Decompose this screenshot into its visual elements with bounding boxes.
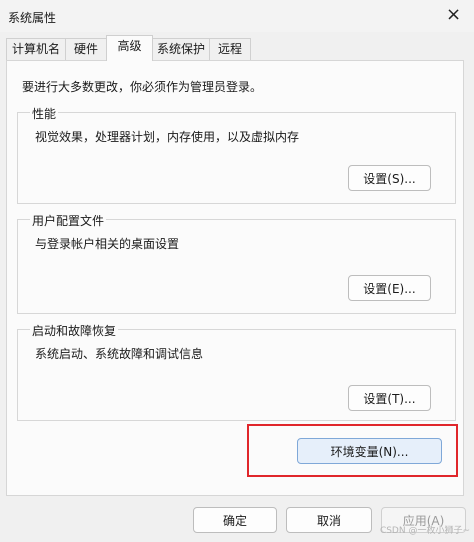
title-bar[interactable]: 系统属性 ×	[0, 0, 474, 32]
tab-advanced[interactable]: 高级	[106, 35, 153, 61]
watermark: CSDN @一枚小狮子~	[379, 526, 470, 536]
tab-hardware[interactable]: 硬件	[65, 38, 107, 60]
window-title: 系统属性	[8, 11, 57, 25]
performance-title: 性能	[30, 105, 59, 122]
admin-note: 要进行大多数更改，你必须作为管理员登录。	[22, 80, 263, 94]
tab-system-protection[interactable]: 系统保护	[152, 38, 210, 60]
tab-computer-name[interactable]: 计算机名	[6, 38, 66, 60]
startup-recovery-title: 启动和故障恢复	[30, 322, 119, 339]
user-profiles-description: 与登录帐户相关的桌面设置	[35, 237, 180, 251]
cancel-button[interactable]: 取消	[286, 507, 372, 533]
close-button[interactable]: ×	[434, 0, 474, 32]
startup-recovery-group: 启动和故障恢复 系统启动、系统故障和调试信息 设置(T)...	[17, 322, 456, 421]
tab-remote[interactable]: 远程	[209, 38, 251, 60]
startup-recovery-description: 系统启动、系统故障和调试信息	[35, 347, 204, 361]
user-profiles-title: 用户配置文件	[30, 212, 107, 229]
startup-recovery-settings-button[interactable]: 设置(T)...	[348, 385, 431, 411]
performance-settings-button[interactable]: 设置(S)...	[348, 165, 431, 191]
performance-group: 性能 视觉效果，处理器计划，内存使用，以及虚拟内存 设置(S)...	[17, 105, 456, 204]
user-profiles-group: 用户配置文件 与登录帐户相关的桌面设置 设置(E)...	[17, 212, 456, 314]
performance-description: 视觉效果，处理器计划，内存使用，以及虚拟内存	[35, 130, 300, 144]
close-icon: ×	[446, 4, 462, 25]
system-properties-window: 系统属性 × 计算机名 硬件 高级 系统保护 远程 要进行大多数更改，你必须作为…	[0, 0, 474, 542]
red-highlight-box	[247, 424, 458, 477]
ok-button[interactable]: 确定	[193, 507, 277, 533]
user-profiles-settings-button[interactable]: 设置(E)...	[348, 275, 431, 301]
